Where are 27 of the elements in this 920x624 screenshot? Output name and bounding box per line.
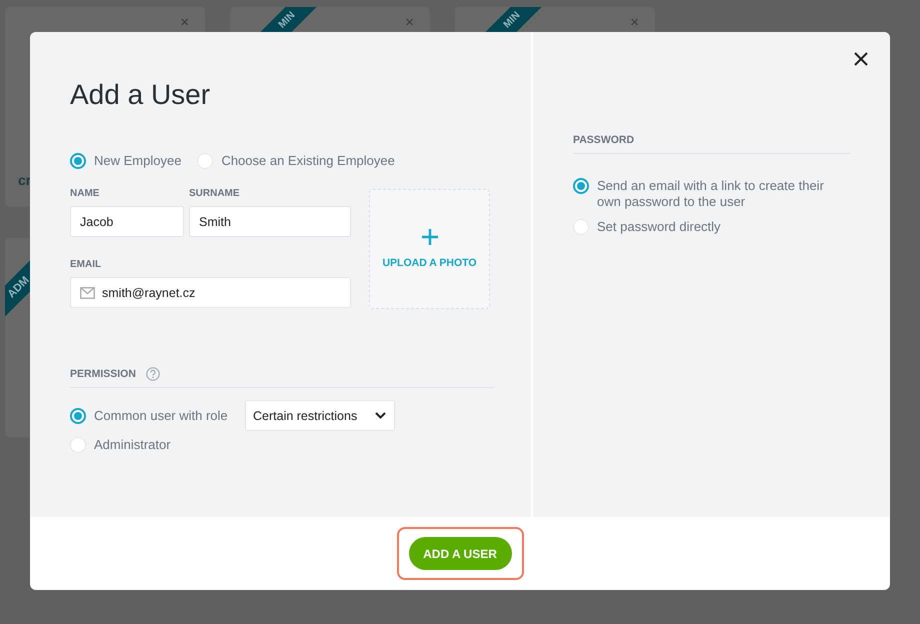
radio-label[interactable]: Set password directly bbox=[597, 219, 847, 235]
radio-label[interactable]: Choose an Existing Employee bbox=[221, 153, 395, 169]
section-heading: PERMISSION bbox=[70, 368, 136, 380]
radio-button[interactable] bbox=[573, 178, 589, 194]
close-button[interactable] bbox=[852, 50, 870, 68]
chevron-down-icon bbox=[375, 412, 386, 419]
radio-label[interactable]: Send an email with a link to create their own password to the user bbox=[597, 178, 847, 210]
radio-button[interactable] bbox=[70, 153, 86, 169]
radio-label[interactable]: Administrator bbox=[94, 437, 171, 453]
role-dropdown[interactable]: Certain restrictions bbox=[245, 400, 395, 431]
dialog-title: Add a User bbox=[70, 78, 212, 112]
radio-button[interactable] bbox=[70, 408, 86, 424]
radio-label[interactable]: New Employee bbox=[94, 153, 182, 169]
radio-label[interactable]: Common user with role bbox=[94, 408, 228, 424]
envelope-icon bbox=[80, 286, 95, 298]
section-heading: PASSWORD bbox=[573, 134, 634, 147]
email-field[interactable]: smith@raynet.cz bbox=[70, 277, 351, 308]
input-field[interactable]: Smith bbox=[189, 206, 351, 237]
field-label: SURNAME bbox=[189, 189, 241, 199]
add-user-button[interactable]: ADD A USER bbox=[408, 537, 512, 570]
input-field[interactable]: Jacob bbox=[70, 206, 184, 237]
field-label: NAME bbox=[70, 189, 100, 199]
card-text: cr bbox=[18, 172, 32, 188]
field-label: EMAIL bbox=[70, 260, 102, 270]
plus-icon bbox=[422, 229, 438, 245]
upload-photo-button[interactable]: UPLOAD A PHOTO bbox=[369, 189, 490, 309]
help-icon[interactable] bbox=[146, 367, 160, 381]
